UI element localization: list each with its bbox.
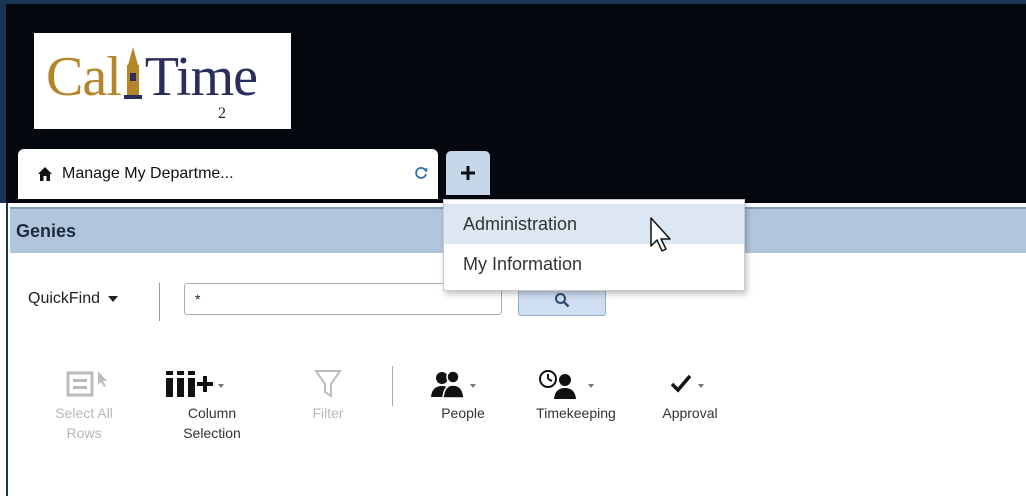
home-icon: [38, 167, 52, 181]
approval-icon: [670, 374, 704, 393]
people-button[interactable]: People: [418, 365, 508, 423]
logo-brand-b: Time: [144, 46, 258, 108]
filter-button[interactable]: Filter: [298, 365, 358, 423]
mouse-cursor-icon: [650, 217, 671, 252]
column-selection-button[interactable]: Column Selection: [166, 365, 258, 443]
logo-version: 2: [218, 105, 226, 122]
timekeeping-label: Timekeeping: [536, 405, 616, 421]
timekeeping-button[interactable]: Timekeeping: [522, 365, 630, 423]
quickfind-label: QuickFind: [28, 290, 101, 307]
filter-icon: [314, 370, 342, 398]
select-all-rows-button[interactable]: Select All Rows: [48, 365, 120, 443]
quickfind-dropdown[interactable]: QuickFind: [28, 290, 119, 308]
filter-label: Filter: [312, 405, 344, 421]
approval-button[interactable]: Approval: [650, 365, 730, 423]
caltime-logo: Cal Time 2: [34, 33, 291, 129]
search-icon: [555, 292, 570, 307]
select-all-rows-icon: [66, 371, 107, 397]
tower-icon: [123, 47, 142, 99]
toolbar-divider: [392, 366, 393, 406]
add-tab-button[interactable]: [446, 151, 490, 195]
approval-label: Approval: [662, 405, 718, 421]
plus-icon: [461, 166, 475, 180]
timekeeping-icon: [539, 370, 594, 399]
menu-item-my-information[interactable]: My Information: [444, 244, 744, 284]
refresh-icon[interactable]: [414, 166, 428, 180]
people-label: People: [441, 405, 485, 421]
tab-label: Manage My Departme...: [62, 165, 234, 182]
menu-item-administration[interactable]: Administration: [444, 204, 744, 244]
column-selection-icon: [166, 371, 224, 397]
tab-manage-my-department[interactable]: Manage My Departme...: [18, 149, 438, 199]
caret-down-icon: [108, 296, 119, 302]
people-icon: [431, 370, 476, 399]
column-selection-label: Column Selection: [183, 405, 241, 441]
select-all-rows-label: Select All Rows: [55, 405, 113, 441]
panel-title: Genies: [16, 220, 77, 241]
divider: [159, 283, 160, 321]
logo-brand-a: Cal: [46, 46, 122, 108]
add-tab-menu: Administration My Information: [443, 199, 745, 291]
